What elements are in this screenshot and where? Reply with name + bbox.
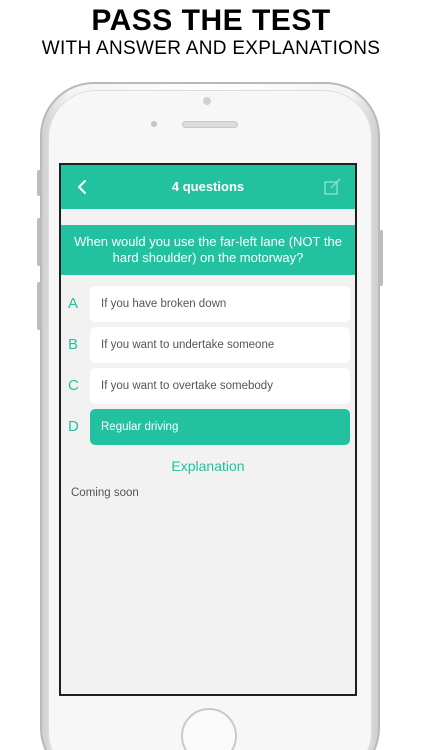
answer-option-c[interactable]: C If you want to overtake somebody [61,368,355,404]
proximity-sensor [151,121,157,127]
option-letter: D [68,418,79,435]
option-card[interactable]: If you want to overtake somebody [90,368,350,404]
nav-title: 4 questions [171,179,245,194]
answer-option-d[interactable]: D Regular driving [61,409,355,445]
option-letter: B [68,336,79,353]
earpiece-speaker [182,121,238,128]
volume-up-button [37,218,41,266]
question-text: When would you use the far-left lane (NO… [61,225,355,275]
answer-option-b[interactable]: B If you want to undertake someone [61,327,355,363]
option-card[interactable]: If you have broken down [90,286,350,322]
mute-switch [37,170,41,196]
power-button [379,230,383,286]
explanation-title: Explanation [171,458,245,474]
option-letter: A [68,295,79,312]
option-card-selected[interactable]: Regular driving [90,409,350,445]
edit-icon [324,178,341,195]
edit-button[interactable] [323,177,343,197]
promo-subheadline: WITH ANSWER AND EXPLANATIONS [41,38,381,59]
option-card[interactable]: If you want to undertake someone [90,327,350,363]
option-letter: C [68,377,79,394]
nav-bar: 4 questions [61,165,355,209]
volume-down-button [37,282,41,330]
explanation-text: Coming soon [71,487,139,499]
app-screen: 4 questions When would you use the far-l… [59,163,357,696]
front-camera [203,97,211,105]
promo-headline: PASS THE TEST [91,4,331,37]
answer-option-a[interactable]: A If you have broken down [61,286,355,322]
